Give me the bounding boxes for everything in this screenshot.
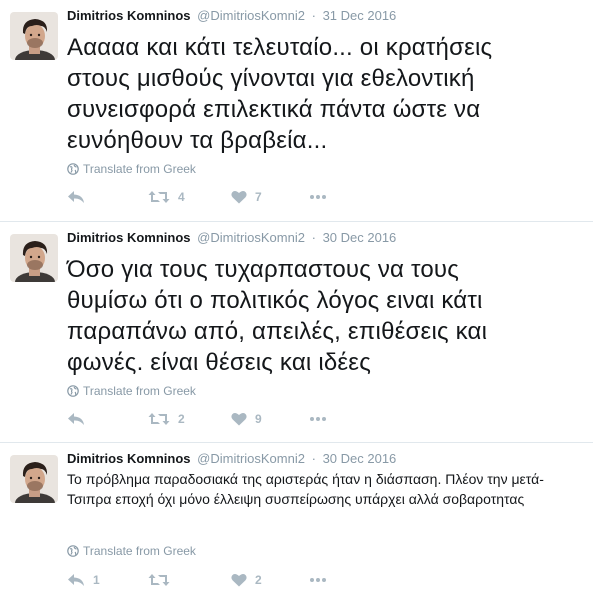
fullname-link[interactable]: Dimitrios Komninos [67, 8, 191, 23]
more-icon [309, 416, 327, 422]
timestamp-link[interactable]: 30 Dec 2016 [323, 230, 397, 245]
more-button[interactable] [309, 577, 327, 583]
timestamp-link[interactable]: 31 Dec 2016 [323, 8, 397, 23]
translate-label: Translate from Greek [83, 544, 196, 558]
reply-icon [67, 573, 85, 587]
globe-icon [67, 163, 79, 175]
like-button[interactable]: 9 [231, 412, 262, 426]
more-button[interactable] [309, 194, 327, 200]
heart-icon [231, 190, 247, 204]
translate-button[interactable]: Translate from Greek [67, 544, 196, 558]
tweet-text: Ααααα και κάτι τελευταίο... οι κρατήσεις… [67, 34, 493, 154]
reply-icon [67, 190, 85, 204]
like-button[interactable]: 7 [231, 190, 262, 204]
tweet-header: Dimitrios Komninos @DimitriosKomni2 · 30… [67, 451, 396, 466]
tweet-header: Dimitrios Komninos @DimitriosKomni2 · 30… [67, 230, 396, 245]
fullname-link[interactable]: Dimitrios Komninos [67, 451, 191, 466]
retweet-button[interactable]: 4 [148, 190, 185, 204]
like-count: 9 [255, 412, 262, 426]
separator: · [311, 230, 316, 245]
avatar[interactable] [10, 455, 58, 503]
globe-icon [67, 545, 79, 557]
tweet-text: Όσο για τους τυχαρπαστους να τους θυμίσω… [67, 256, 488, 376]
reply-icon [67, 412, 85, 426]
timestamp-link[interactable]: 30 Dec 2016 [323, 451, 397, 466]
reply-count: 1 [93, 573, 100, 587]
username-link[interactable]: @DimitriosKomni2 [197, 451, 305, 466]
translate-button[interactable]: Translate from Greek [67, 162, 196, 176]
translate-label: Translate from Greek [83, 162, 196, 176]
tweet[interactable]: Dimitrios Komninos @DimitriosKomni2 · 30… [0, 222, 593, 443]
globe-icon [67, 385, 79, 397]
separator: · [311, 451, 316, 466]
avatar[interactable] [10, 12, 58, 60]
retweet-icon [148, 190, 170, 204]
more-icon [309, 194, 327, 200]
heart-icon [231, 573, 247, 587]
heart-icon [231, 412, 247, 426]
more-icon [309, 577, 327, 583]
username-link[interactable]: @DimitriosKomni2 [197, 8, 305, 23]
timeline: Dimitrios Komninos @DimitriosKomni2 · 31… [0, 0, 593, 606]
retweet-button[interactable]: 2 [148, 412, 185, 426]
reply-button[interactable]: 1 [67, 573, 100, 587]
like-count: 2 [255, 573, 262, 587]
tweet-text: Το πρόβλημα παραδοσιακά της αριστεράς ήτ… [67, 471, 544, 507]
more-button[interactable] [309, 416, 327, 422]
like-count: 7 [255, 190, 262, 204]
separator: · [311, 8, 316, 23]
tweet-header: Dimitrios Komninos @DimitriosKomni2 · 31… [67, 8, 396, 23]
username-link[interactable]: @DimitriosKomni2 [197, 230, 305, 245]
translate-label: Translate from Greek [83, 384, 196, 398]
reply-button[interactable] [67, 190, 93, 204]
tweet[interactable]: Dimitrios Komninos @DimitriosKomni2 · 30… [0, 443, 593, 606]
translate-button[interactable]: Translate from Greek [67, 384, 196, 398]
retweet-button[interactable] [148, 573, 178, 587]
reply-button[interactable] [67, 412, 93, 426]
retweet-icon [148, 412, 170, 426]
like-button[interactable]: 2 [231, 573, 262, 587]
tweet[interactable]: Dimitrios Komninos @DimitriosKomni2 · 31… [0, 0, 593, 222]
avatar[interactable] [10, 234, 58, 282]
retweet-icon [148, 573, 170, 587]
retweet-count: 4 [178, 190, 185, 204]
retweet-count: 2 [178, 412, 185, 426]
fullname-link[interactable]: Dimitrios Komninos [67, 230, 191, 245]
